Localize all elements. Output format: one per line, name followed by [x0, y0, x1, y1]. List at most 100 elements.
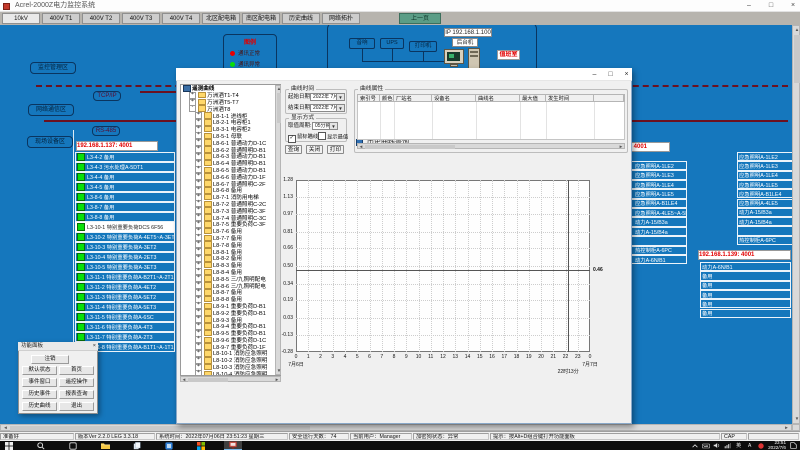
- window-minimize-button[interactable]: –: [742, 0, 756, 11]
- dialog-minimize-button[interactable]: –: [588, 69, 601, 80]
- panel-button-首页[interactable]: 首页: [59, 366, 94, 375]
- start-date-dropdown-icon[interactable]: ▼: [336, 94, 344, 100]
- window-close-button[interactable]: ×: [786, 0, 800, 11]
- panel-button-历史曲线[interactable]: 历史曲线: [22, 402, 57, 411]
- device-row[interactable]: 动力A-15/B3a: [737, 208, 800, 217]
- column-header-厂站名[interactable]: 厂站名: [394, 95, 432, 101]
- print-button[interactable]: 打印: [327, 145, 344, 154]
- device-row[interactable]: L3-8-6 备用: [75, 192, 175, 202]
- column-header-颜色[interactable]: 颜色: [380, 95, 394, 101]
- device-row[interactable]: L3-10-1 特别重要负荷DCS 6F56: [75, 222, 175, 232]
- device-row[interactable]: 备用: [700, 271, 791, 280]
- device-row[interactable]: 备用: [700, 281, 791, 290]
- taskbar-ms-store-button[interactable]: [192, 441, 210, 450]
- tray-ime-icon[interactable]: 英: [733, 441, 744, 450]
- tray-lang-icon[interactable]: A: [744, 441, 755, 450]
- device-row[interactable]: L3-11-7 特别重要负荷A-2T3: [75, 332, 175, 342]
- main-vertical-scrollbar[interactable]: ▲ ▼: [792, 25, 800, 424]
- taskbar-search-button[interactable]: [32, 441, 50, 450]
- device-row[interactable]: 备用: [700, 299, 791, 308]
- dialog-close-button[interactable]: ×: [620, 69, 633, 80]
- device-row[interactable]: 应急照明A-1LE2: [737, 152, 800, 161]
- show-extremes-checkbox[interactable]: 显示最值: [318, 132, 348, 141]
- device-row[interactable]: 应急照明A-1LE3: [737, 161, 800, 170]
- device-row[interactable]: L3-10-4 特别重要负荷A-2ET3: [75, 252, 175, 262]
- device-row[interactable]: 备用: [700, 290, 791, 299]
- taskbar-documents-button[interactable]: [128, 441, 146, 450]
- function-panel-close-icon[interactable]: ×: [93, 342, 96, 351]
- device-row[interactable]: L3-11-4 特别重要负荷A-5ET3: [75, 302, 175, 312]
- show-extremes-checkbox-box[interactable]: [318, 132, 326, 140]
- panel-button-默认状态[interactable]: 默认状态: [22, 366, 57, 375]
- crosshair-checkbox-box[interactable]: ✓: [288, 135, 296, 143]
- tree-horizontal-scrollbar[interactable]: ◄ ►: [180, 376, 281, 382]
- taskbar-acrel-app-button[interactable]: [224, 441, 242, 450]
- device-row[interactable]: L3-11-5 特别重要负荷A-6SC: [75, 312, 175, 322]
- props-horizontal-scrollbar[interactable]: ◄ ►: [357, 143, 625, 149]
- taskbar-clock[interactable]: 23:51 2022/7/6: [768, 441, 786, 450]
- device-row[interactable]: L3-10-5 特别重要负荷A-3ET3: [75, 262, 175, 272]
- tray-expand-icon[interactable]: [689, 441, 700, 450]
- tab-历史曲线[interactable]: 历史曲线: [282, 13, 320, 24]
- column-header-曲线名[interactable]: 曲线名: [476, 95, 520, 101]
- dialog-titlebar[interactable]: 历史曲线查询: [176, 68, 632, 81]
- tray-volume-icon[interactable]: [711, 441, 722, 450]
- column-header-索引号[interactable]: 索引号: [358, 95, 380, 101]
- column-header-最大值[interactable]: 最大值: [520, 95, 546, 101]
- window-maximize-button[interactable]: □: [764, 0, 778, 11]
- tray-keyboard-icon[interactable]: [700, 441, 711, 450]
- tab-400V T1[interactable]: 400V T1: [42, 13, 80, 24]
- taskbar-blue-app-button[interactable]: [160, 441, 178, 450]
- dialog-maximize-button[interactable]: □: [604, 69, 617, 80]
- device-row[interactable]: L3-4-3 污水处理A-5DT1: [75, 162, 175, 172]
- notification-center-icon[interactable]: [786, 441, 800, 450]
- device-row[interactable]: L3-10-2 特别重要负荷A-4ET5~A-3ET5: [75, 232, 175, 242]
- device-row[interactable]: L3-11-1 特别重要负荷A-B2T1~A-2T1: [75, 272, 175, 282]
- panel-button-历史事件[interactable]: 历史事件: [22, 390, 57, 399]
- close-button[interactable]: 关闭: [306, 145, 323, 154]
- panel-button-退出[interactable]: 退出: [59, 402, 94, 411]
- period-dropdown-icon[interactable]: ▼: [329, 123, 337, 129]
- start-button[interactable]: [0, 441, 18, 450]
- tab-400V T2[interactable]: 400V T2: [82, 13, 120, 24]
- end-date-dropdown-icon[interactable]: ▼: [336, 105, 344, 111]
- logout-button[interactable]: 注销: [31, 355, 69, 364]
- device-row[interactable]: L3-11-6 特别重要负荷A-4T3: [75, 322, 175, 332]
- device-row[interactable]: 应急照明A-B1LE4: [737, 189, 800, 198]
- end-date-select[interactable]: 2022年 7月 6日 ▼: [310, 104, 345, 112]
- tray-network-icon[interactable]: [722, 441, 733, 450]
- panel-button-遥控操作[interactable]: 遥控操作: [59, 378, 94, 387]
- query-button[interactable]: 查询: [285, 145, 302, 154]
- tab-网络拓扑[interactable]: 网络拓扑: [322, 13, 360, 24]
- taskbar-task-view-button[interactable]: [64, 441, 82, 450]
- device-row[interactable]: L3-8-7 备用: [75, 202, 175, 212]
- tab-400V T3[interactable]: 400V T3: [122, 13, 160, 24]
- tab-北区配电箱[interactable]: 北区配电箱: [202, 13, 240, 24]
- start-date-select[interactable]: 2022年 7月 6日 ▼: [310, 93, 345, 101]
- column-header-设备名[interactable]: 设备名: [432, 95, 476, 101]
- prev-page-button[interactable]: 上一页: [399, 13, 441, 24]
- device-row[interactable]: L3-10-3 特别重要负荷A-3ET2: [75, 242, 175, 252]
- device-row[interactable]: L3-11-3 特别重要负荷A-5ET2: [75, 292, 175, 302]
- device-row[interactable]: 备用: [700, 309, 791, 318]
- device-row[interactable]: 应急照明A-1LE5: [737, 180, 800, 189]
- device-row[interactable]: L3-8-8 备用: [75, 212, 175, 222]
- tab-400V T4[interactable]: 400V T4: [162, 13, 200, 24]
- device-row[interactable]: 应急照明A-1LE4: [737, 171, 800, 180]
- tab-10kV[interactable]: 10kV: [2, 13, 40, 24]
- device-row[interactable]: L3-4-4 备用: [75, 172, 175, 182]
- device-row[interactable]: 应急照明A-4LE5: [737, 199, 800, 208]
- taskbar-file-explorer-button[interactable]: [96, 441, 114, 450]
- function-panel-titlebar[interactable]: 功能面板 ×: [18, 342, 98, 351]
- panel-button-事件窗口[interactable]: 事件窗口: [22, 378, 57, 387]
- tray-alert-icon[interactable]: [755, 441, 766, 450]
- device-row[interactable]: L3-4-5 备用: [75, 182, 175, 192]
- device-row[interactable]: [737, 226, 800, 235]
- period-select[interactable]: 05分钟 ▼: [312, 122, 338, 130]
- device-row[interactable]: 动力A-15/B4a: [737, 217, 800, 226]
- device-row[interactable]: L3-4-2 备用: [75, 152, 175, 162]
- device-row[interactable]: 动力A-6N/B1: [700, 262, 791, 271]
- column-header-发生时间[interactable]: 发生时间: [546, 95, 594, 101]
- device-row[interactable]: L3-11-2 特别重要负荷A-4ET2: [75, 282, 175, 292]
- tab-南区配电箱[interactable]: 南区配电箱: [242, 13, 280, 24]
